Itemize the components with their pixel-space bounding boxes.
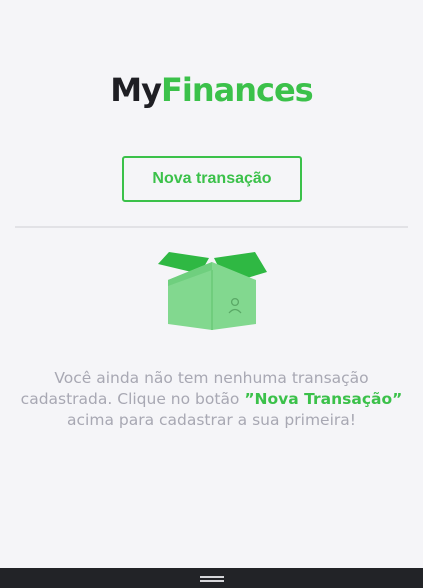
- divider: [15, 226, 408, 228]
- empty-state-message: Você ainda não tem nenhuma transação cad…: [12, 368, 411, 431]
- empty-state-text-end: acima para cadastrar a sua primeira!: [67, 410, 356, 429]
- logo-text-finances: Finances: [161, 71, 314, 109]
- logo-text-my: My: [110, 71, 162, 109]
- system-navigation-bar: [0, 568, 423, 588]
- app-logo: MyFinances: [0, 70, 423, 110]
- new-transaction-button[interactable]: Nova transação: [122, 156, 302, 202]
- empty-state-highlight: ”Nova Transação”: [244, 389, 403, 408]
- home-handle-icon[interactable]: [0, 568, 423, 588]
- open-box-icon: [155, 250, 269, 332]
